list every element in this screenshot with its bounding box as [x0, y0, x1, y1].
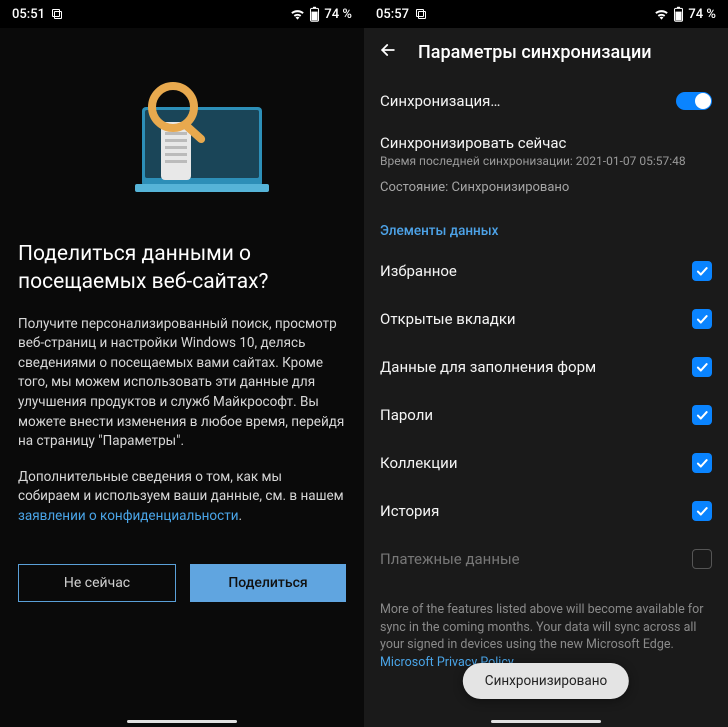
not-now-button[interactable]: Не сейчас [18, 564, 176, 602]
sync-now-row[interactable]: Синхронизировать сейчас Время последней … [380, 124, 712, 168]
status-bar: 05:51 74 % [0, 0, 364, 28]
sync-item-checkbox [692, 549, 712, 569]
sync-item-row[interactable]: Данные для заполнения форм [380, 343, 712, 391]
sync-item-checkbox[interactable] [692, 405, 712, 425]
footer-prefix: More of the features listed above will b… [380, 602, 704, 652]
nav-handle[interactable] [491, 720, 601, 723]
sync-status: Состояние: Синхронизировано [380, 168, 712, 213]
sync-item-row[interactable]: История [380, 487, 712, 535]
privacy-statement-link[interactable]: заявлении о конфиденциальности [18, 508, 238, 524]
sync-item-label: Открытые вкладки [380, 310, 516, 328]
sync-item-row: Платежные данные [380, 535, 712, 583]
sync-item-checkbox[interactable] [692, 453, 712, 473]
illustration [0, 28, 364, 240]
screenshot-icon [51, 8, 63, 20]
status-time: 05:57 [376, 7, 409, 22]
right-phone-screen: 05:57 74 % Параметры синхронизации Синхр… [364, 0, 728, 727]
battery-icon [309, 6, 320, 22]
sync-item-checkbox[interactable] [692, 309, 712, 329]
sync-item-row[interactable]: Пароли [380, 391, 712, 439]
status-bar: 05:57 74 % [364, 0, 728, 28]
footer-note: More of the features listed above will b… [380, 583, 712, 671]
battery-icon [673, 6, 684, 22]
body2-prefix: Дополнительные сведения о том, как мы со… [18, 469, 344, 505]
sync-toggle[interactable] [676, 92, 712, 110]
wifi-icon [654, 8, 669, 20]
left-phone-screen: 05:51 74 % [0, 0, 364, 727]
sync-item-label: Платежные данные [380, 550, 520, 568]
sync-item-checkbox[interactable] [692, 501, 712, 521]
dialog-body-1: Получите персонализированный поиск, прос… [18, 315, 346, 452]
sync-item-label: Пароли [380, 406, 433, 424]
sync-last-time: Время последней синхронизации: 2021-01-0… [380, 154, 712, 168]
dialog-title: Поделиться данными о посещаемых веб-сайт… [18, 240, 346, 297]
sync-item-row[interactable]: Избранное [380, 247, 712, 295]
sync-item-label: История [380, 502, 439, 520]
nav-handle[interactable] [127, 720, 237, 723]
sync-now-label: Синхронизировать сейчас [380, 134, 712, 152]
sync-toggle-label: Синхронизация… [380, 92, 500, 110]
wifi-icon [290, 8, 305, 20]
screenshot-icon [415, 8, 427, 20]
sync-toggle-row[interactable]: Синхронизация… [380, 78, 712, 124]
sync-item-checkbox[interactable] [692, 357, 712, 377]
body2-suffix: . [238, 508, 242, 524]
page-header: Параметры синхронизации [364, 28, 728, 78]
sync-item-row[interactable]: Открытые вкладки [380, 295, 712, 343]
section-header: Элементы данных [380, 213, 712, 247]
status-battery-text: 74 % [688, 7, 716, 22]
sync-item-label: Коллекции [380, 454, 458, 472]
back-arrow-icon[interactable] [378, 40, 398, 64]
sync-item-label: Избранное [380, 262, 457, 280]
sync-item-label: Данные для заполнения форм [380, 358, 596, 376]
share-button[interactable]: Поделиться [190, 564, 346, 602]
sync-item-checkbox[interactable] [692, 261, 712, 281]
toast: Синхронизировано [463, 663, 629, 699]
sync-item-row[interactable]: Коллекции [380, 439, 712, 487]
page-title: Параметры синхронизации [418, 42, 652, 63]
dialog-body-2: Дополнительные сведения о том, как мы со… [18, 468, 346, 527]
status-time: 05:51 [12, 7, 45, 22]
status-battery-text: 74 % [324, 7, 352, 22]
